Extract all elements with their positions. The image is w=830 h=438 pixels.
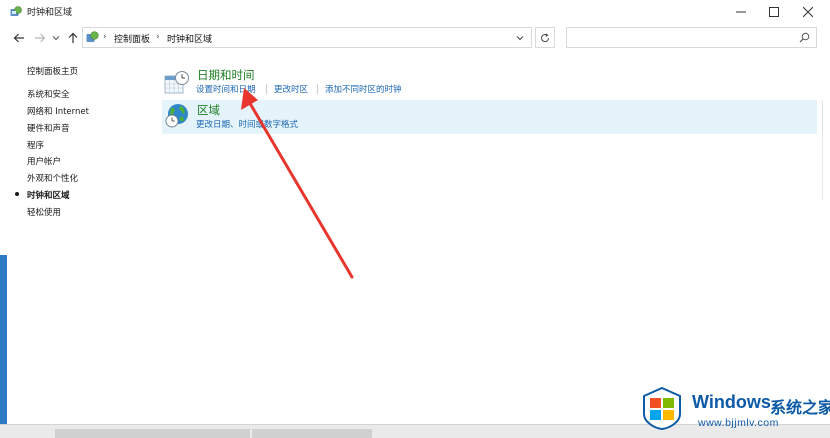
navigation-bar: › 控制面板 › 时钟和区域 <box>0 26 830 50</box>
maximize-icon <box>769 7 779 17</box>
search-input[interactable] <box>571 30 795 47</box>
refresh-icon <box>541 32 550 42</box>
up-arrow-icon <box>68 32 78 43</box>
sidebar-item-clock-region[interactable]: 时钟和区域 <box>27 189 70 201</box>
close-icon <box>803 7 813 17</box>
search-icon[interactable] <box>799 32 810 43</box>
sidebar-item-hardware-sound[interactable]: 硬件和声音 <box>27 122 70 134</box>
maximize-button[interactable] <box>757 0 791 24</box>
search-box[interactable] <box>566 27 817 48</box>
chevron-right-icon: › <box>103 32 107 42</box>
minimize-button[interactable] <box>724 0 758 24</box>
active-bullet <box>15 192 19 196</box>
breadcrumb-control-panel[interactable]: 控制面板 <box>114 32 150 45</box>
recent-locations-button[interactable] <box>51 31 61 45</box>
chevron-down-icon <box>52 36 60 41</box>
globe-clock-icon <box>165 104 188 128</box>
link-add-clocks[interactable]: 添加不同时区的时钟 <box>325 83 402 95</box>
category-title-region[interactable]: 区域 <box>197 102 220 118</box>
calendar-clock-icon <box>164 71 189 94</box>
sidebar-item-programs[interactable]: 程序 <box>27 139 44 151</box>
refresh-button[interactable] <box>535 27 555 48</box>
control-panel-icon <box>86 31 99 42</box>
sidebar-item-network-internet[interactable]: 网络和 Internet <box>27 105 89 117</box>
windows-logo <box>643 386 681 430</box>
link-separator <box>317 84 318 94</box>
chevron-down-icon[interactable] <box>515 33 525 43</box>
back-arrow-icon <box>13 33 24 43</box>
link-change-formats[interactable]: 更改日期、时间或数字格式 <box>196 118 298 130</box>
watermark-cn-text: 系统之家 <box>770 398 830 417</box>
window-title: 时钟和区域 <box>27 8 73 18</box>
link-change-time-zone[interactable]: 更改时区 <box>274 83 308 95</box>
link-set-date-time[interactable]: 设置时间和日期 <box>196 83 256 95</box>
title-bar: 时钟和区域 <box>0 0 830 24</box>
sidebar-item-user-accounts[interactable]: 用户帐户 <box>27 155 61 167</box>
sidebar-item-ease-of-access[interactable]: 轻松使用 <box>27 206 61 218</box>
category-title-date-time[interactable]: 日期和时间 <box>197 67 255 83</box>
category-date-time[interactable]: 日期和时间 设置时间和日期 更改时区 添加不同时区的时钟 <box>162 66 817 100</box>
category-region[interactable]: 区域 更改日期、时间或数字格式 <box>162 100 817 134</box>
sidebar-item-system-security[interactable]: 系统和安全 <box>27 88 70 100</box>
breadcrumb-clock-region[interactable]: 时钟和区域 <box>167 32 212 45</box>
link-separator <box>266 84 267 94</box>
forward-button[interactable] <box>33 31 47 45</box>
up-button[interactable] <box>66 31 80 45</box>
sidebar-item-control-panel-home[interactable]: 控制面板主页 <box>27 65 78 77</box>
watermark: Windows 系统之家 www.bjjmlv.com <box>632 383 830 437</box>
watermark-url: www.bjjmlv.com <box>698 417 779 429</box>
chevron-right-icon: › <box>156 32 160 42</box>
sidebar-item-appearance[interactable]: 外观和个性化 <box>27 172 78 184</box>
watermark-brand: Windows <box>692 392 771 412</box>
desktop-edge <box>0 255 7 425</box>
address-bar[interactable]: › 控制面板 › 时钟和区域 <box>82 27 532 48</box>
close-button[interactable] <box>791 0 825 24</box>
control-panel-icon <box>10 6 22 16</box>
back-button[interactable] <box>12 31 26 45</box>
forward-arrow-icon <box>35 33 46 43</box>
scrollbar-track[interactable] <box>822 100 830 200</box>
minimize-icon <box>736 11 746 13</box>
